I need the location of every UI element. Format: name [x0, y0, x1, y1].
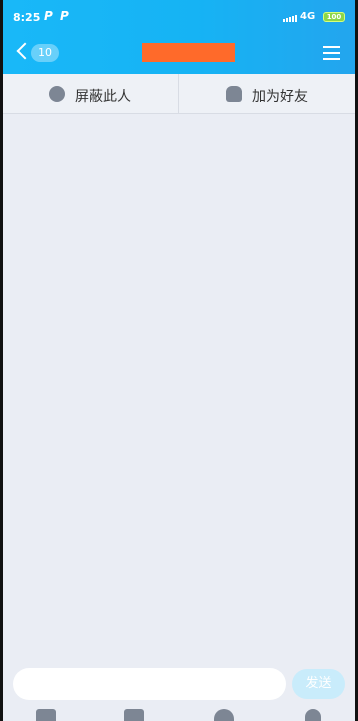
- chat-screen: 8:25 P P 4G 100 10 屏蔽此人 加为好友 发送: [3, 0, 355, 721]
- message-input[interactable]: [13, 668, 286, 700]
- unread-count-badge: 10: [31, 44, 59, 62]
- network-type: 4G: [300, 11, 316, 22]
- notification-icon: P: [60, 9, 69, 23]
- input-bar: 发送: [3, 664, 355, 721]
- block-user-button[interactable]: 屏蔽此人: [3, 74, 179, 114]
- status-time: 8:25: [13, 11, 41, 24]
- hamburger-menu-icon[interactable]: [323, 46, 340, 60]
- location-icon[interactable]: [305, 709, 321, 721]
- back-button[interactable]: 10: [14, 42, 64, 64]
- message-list[interactable]: [3, 114, 355, 664]
- image-icon[interactable]: [36, 709, 56, 721]
- block-face-icon: [49, 86, 65, 102]
- signal-icon: [283, 14, 297, 22]
- status-bar: 8:25 P P 4G 100: [3, 0, 355, 34]
- header-bar: 8:25 P P 4G 100 10: [3, 0, 355, 74]
- add-friend-button[interactable]: 加为好友: [179, 74, 355, 114]
- block-user-label: 屏蔽此人: [75, 89, 131, 105]
- camera-icon[interactable]: [124, 709, 144, 721]
- notification-icon: P: [44, 9, 53, 23]
- battery-icon: 100: [323, 12, 345, 22]
- redacted-chat-title: [142, 43, 235, 62]
- add-person-icon: [226, 86, 242, 102]
- send-button[interactable]: 发送: [292, 669, 345, 699]
- stranger-action-bar: 屏蔽此人 加为好友: [3, 74, 355, 114]
- add-friend-label: 加为好友: [252, 89, 308, 105]
- emoji-icon[interactable]: [214, 709, 234, 721]
